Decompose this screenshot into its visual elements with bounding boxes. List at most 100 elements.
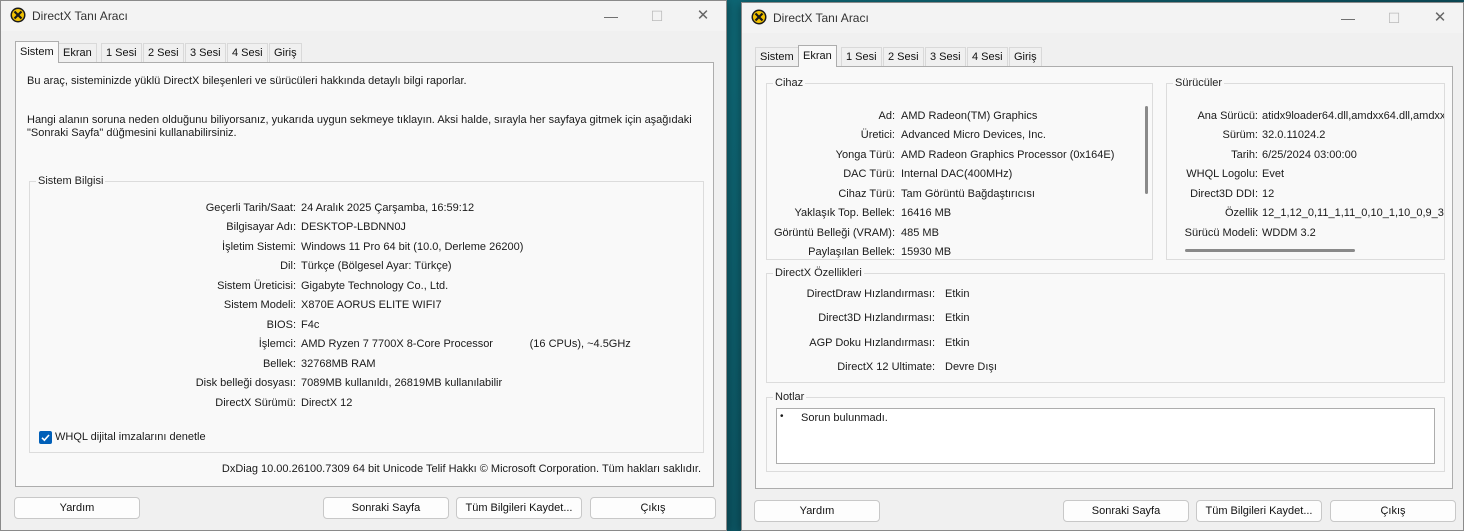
exit-button[interactable]: Çıkış	[1330, 500, 1456, 522]
tab-panel-system: Bu araç, sisteminizde yüklü DirectX bile…	[15, 62, 714, 487]
driver-value: 12	[1262, 188, 1275, 200]
directx-features-group: DirectX Özellikleri DirectDraw Hızlandır…	[766, 267, 1446, 383]
device-value: 15930 MB	[901, 246, 952, 258]
directx-app-icon	[10, 7, 26, 23]
device-value: Tam Görüntü Bağdaştırıcısı	[901, 188, 1035, 200]
driver-row: Ana Sürücü: atidx9loader64.dll,amdxx64.d…	[1167, 110, 1444, 124]
info-label: İşletim Sistemi:	[222, 241, 296, 253]
tab-ses-3[interactable]: 3 Sesi	[925, 47, 966, 66]
tab-ses-1[interactable]: 1 Sesi	[841, 47, 882, 66]
driver-row: Özellik 12_1,12_0,11_1,11_0,10_1,10_0,9_…	[1167, 207, 1444, 221]
minimize-icon[interactable]: —	[1325, 7, 1371, 29]
feature-label: AGP Doku Hızlandırması:	[809, 337, 935, 349]
info-label: Dil:	[280, 260, 296, 272]
title-bar[interactable]: DirectX Tanı Aracı — ☐ ✕	[1, 1, 726, 31]
info-label: Sistem Modeli:	[223, 299, 296, 311]
info-row: Bilgisayar Adı: DESKTOP-LBDNN0J	[30, 221, 705, 235]
maximize-icon[interactable]: ☐	[1371, 7, 1417, 29]
save-all-info-button[interactable]: Tüm Bilgileri Kaydet...	[1196, 500, 1322, 522]
info-value: Windows 11 Pro 64 bit (10.0, Derleme 262…	[301, 241, 524, 253]
driver-label: Direct3D DDI:	[1190, 188, 1258, 200]
driver-label: Sürücü Modeli:	[1184, 227, 1258, 239]
whql-checkbox[interactable]	[39, 431, 52, 444]
device-label: Yaklaşık Top. Bellek:	[794, 207, 895, 219]
tab-giris[interactable]: Giriş	[269, 43, 302, 62]
notes-textbox[interactable]: • Sorun bulunmadı.	[776, 408, 1435, 464]
info-label: Geçerli Tarih/Saat:	[205, 202, 296, 214]
device-row: Ad: AMD Radeon(TM) Graphics	[767, 110, 1147, 124]
drivers-scrollbar[interactable]	[1185, 249, 1355, 252]
window-title: DirectX Tanı Aracı	[773, 11, 869, 25]
feature-row: Direct3D Hızlandırması: Etkin	[767, 312, 1446, 326]
tab-ses-2[interactable]: 2 Sesi	[883, 47, 924, 66]
drivers-scroll-area[interactable]: Ana Sürücü: atidx9loader64.dll,amdxx64.d…	[1167, 84, 1444, 244]
driver-value: WDDM 3.2	[1262, 227, 1316, 239]
driver-label: Özellik	[1224, 207, 1258, 219]
title-bar[interactable]: DirectX Tanı Aracı — ☐ ✕	[742, 3, 1463, 33]
device-row: Paylaşılan Bellek: 15930 MB	[767, 246, 1147, 259]
device-row: Cihaz Türü: Tam Görüntü Bağdaştırıcısı	[767, 188, 1147, 202]
group-title: Sistem Bilgisi	[36, 175, 106, 187]
close-icon[interactable]: ✕	[1417, 7, 1463, 29]
tab-giris[interactable]: Giriş	[1009, 47, 1042, 66]
feature-label: Direct3D Hızlandırması:	[818, 312, 935, 324]
info-value: DESKTOP-LBDNN0J	[301, 221, 406, 233]
info-value: 24 Aralık 2025 Çarşamba, 16:59:12	[301, 202, 475, 214]
tab-ses-4[interactable]: 4 Sesi	[227, 43, 268, 62]
driver-value: Evet	[1262, 168, 1285, 180]
close-icon[interactable]: ✕	[680, 5, 726, 27]
tab-ekran[interactable]: Ekran	[798, 45, 837, 67]
checkmark-icon	[41, 434, 50, 442]
help-button[interactable]: Yardım	[14, 497, 140, 519]
driver-value: 12_1,12_0,11_1,11_0,10_1,10_0,9_3	[1262, 207, 1444, 219]
driver-label: Ana Sürücü:	[1197, 110, 1258, 122]
dxdiag-window-display: DirectX Tanı Aracı — ☐ ✕ Sistem Ekran 1 …	[741, 2, 1464, 531]
info-label: Bellek:	[262, 358, 296, 370]
driver-row: Sürüm: 32.0.11024.2	[1167, 129, 1444, 143]
info-row: İşletim Sistemi: Windows 11 Pro 64 bit (…	[30, 241, 705, 255]
device-label: Cihaz Türü:	[838, 188, 895, 200]
info-value: DirectX 12	[301, 397, 353, 409]
info-row: Geçerli Tarih/Saat: 24 Aralık 2025 Çarşa…	[30, 202, 705, 216]
info-label: Bilgisayar Adı:	[226, 221, 296, 233]
tab-ses-3[interactable]: 3 Sesi	[185, 43, 226, 62]
next-page-button[interactable]: Sonraki Sayfa	[1063, 500, 1189, 522]
help-button[interactable]: Yardım	[754, 500, 880, 522]
tab-ekran[interactable]: Ekran	[58, 43, 97, 62]
info-row: Sistem Modeli: X870E AORUS ELITE WIFI7	[30, 299, 705, 313]
maximize-icon[interactable]: ☐	[634, 5, 680, 27]
tab-sistem[interactable]: Sistem	[755, 47, 799, 66]
minimize-icon[interactable]: —	[588, 5, 634, 27]
feature-label: DirectX 12 Ultimate:	[837, 361, 935, 373]
device-scrollbar[interactable]	[1145, 106, 1148, 194]
info-row: Disk belleği dosyası: 7089MB kullanıldı,…	[30, 377, 705, 391]
system-info-group: Sistem Bilgisi Geçerli Tarih/Saat: 24 Ar…	[29, 175, 705, 453]
device-scroll-area[interactable]: Ad: AMD Radeon(TM) Graphics Üretici: Adv…	[767, 84, 1147, 259]
feature-row: AGP Doku Hızlandırması: Etkin	[767, 337, 1446, 351]
directx-app-icon	[751, 9, 767, 25]
device-row: Yonga Türü: AMD Radeon Graphics Processo…	[767, 149, 1147, 163]
next-page-button[interactable]: Sonraki Sayfa	[323, 497, 449, 519]
dxdiag-window-system: DirectX Tanı Aracı — ☐ ✕ Sistem Ekran 1 …	[0, 0, 727, 531]
group-title: Notlar	[773, 391, 807, 403]
whql-checkbox-label[interactable]: WHQL dijital imzalarını denetle	[55, 431, 206, 443]
intro-text-3: "Sonraki Sayfa" düğmesini kullanabilirsi…	[27, 127, 237, 139]
drivers-group: Sürücüler Ana Sürücü: atidx9loader64.dll…	[1166, 77, 1445, 260]
info-label: BIOS:	[266, 319, 296, 331]
save-all-info-button[interactable]: Tüm Bilgileri Kaydet...	[456, 497, 582, 519]
driver-row: Sürücü Modeli: WDDM 3.2	[1167, 227, 1444, 241]
info-value: Türkçe (Bölgesel Ayar: Türkçe)	[301, 260, 452, 272]
info-value: F4c	[301, 319, 320, 331]
tab-ses-2[interactable]: 2 Sesi	[143, 43, 184, 62]
driver-row: Tarih: 6/25/2024 03:00:00	[1167, 149, 1444, 163]
tab-ses-1[interactable]: 1 Sesi	[101, 43, 142, 62]
tab-ses-4[interactable]: 4 Sesi	[967, 47, 1008, 66]
device-group: Cihaz Ad: AMD Radeon(TM) Graphics Üretic…	[766, 77, 1153, 260]
feature-row: DirectX 12 Ultimate: Devre Dışı	[767, 361, 1446, 375]
exit-button[interactable]: Çıkış	[590, 497, 716, 519]
tab-sistem[interactable]: Sistem	[15, 41, 59, 63]
driver-row: WHQL Logolu: Evet	[1167, 168, 1444, 182]
driver-value: atidx9loader64.dll,amdxx64.dll,amdxx	[1262, 110, 1444, 122]
note-item: Sorun bulunmadı.	[801, 412, 888, 424]
info-row: DirectX Sürümü: DirectX 12	[30, 397, 705, 411]
